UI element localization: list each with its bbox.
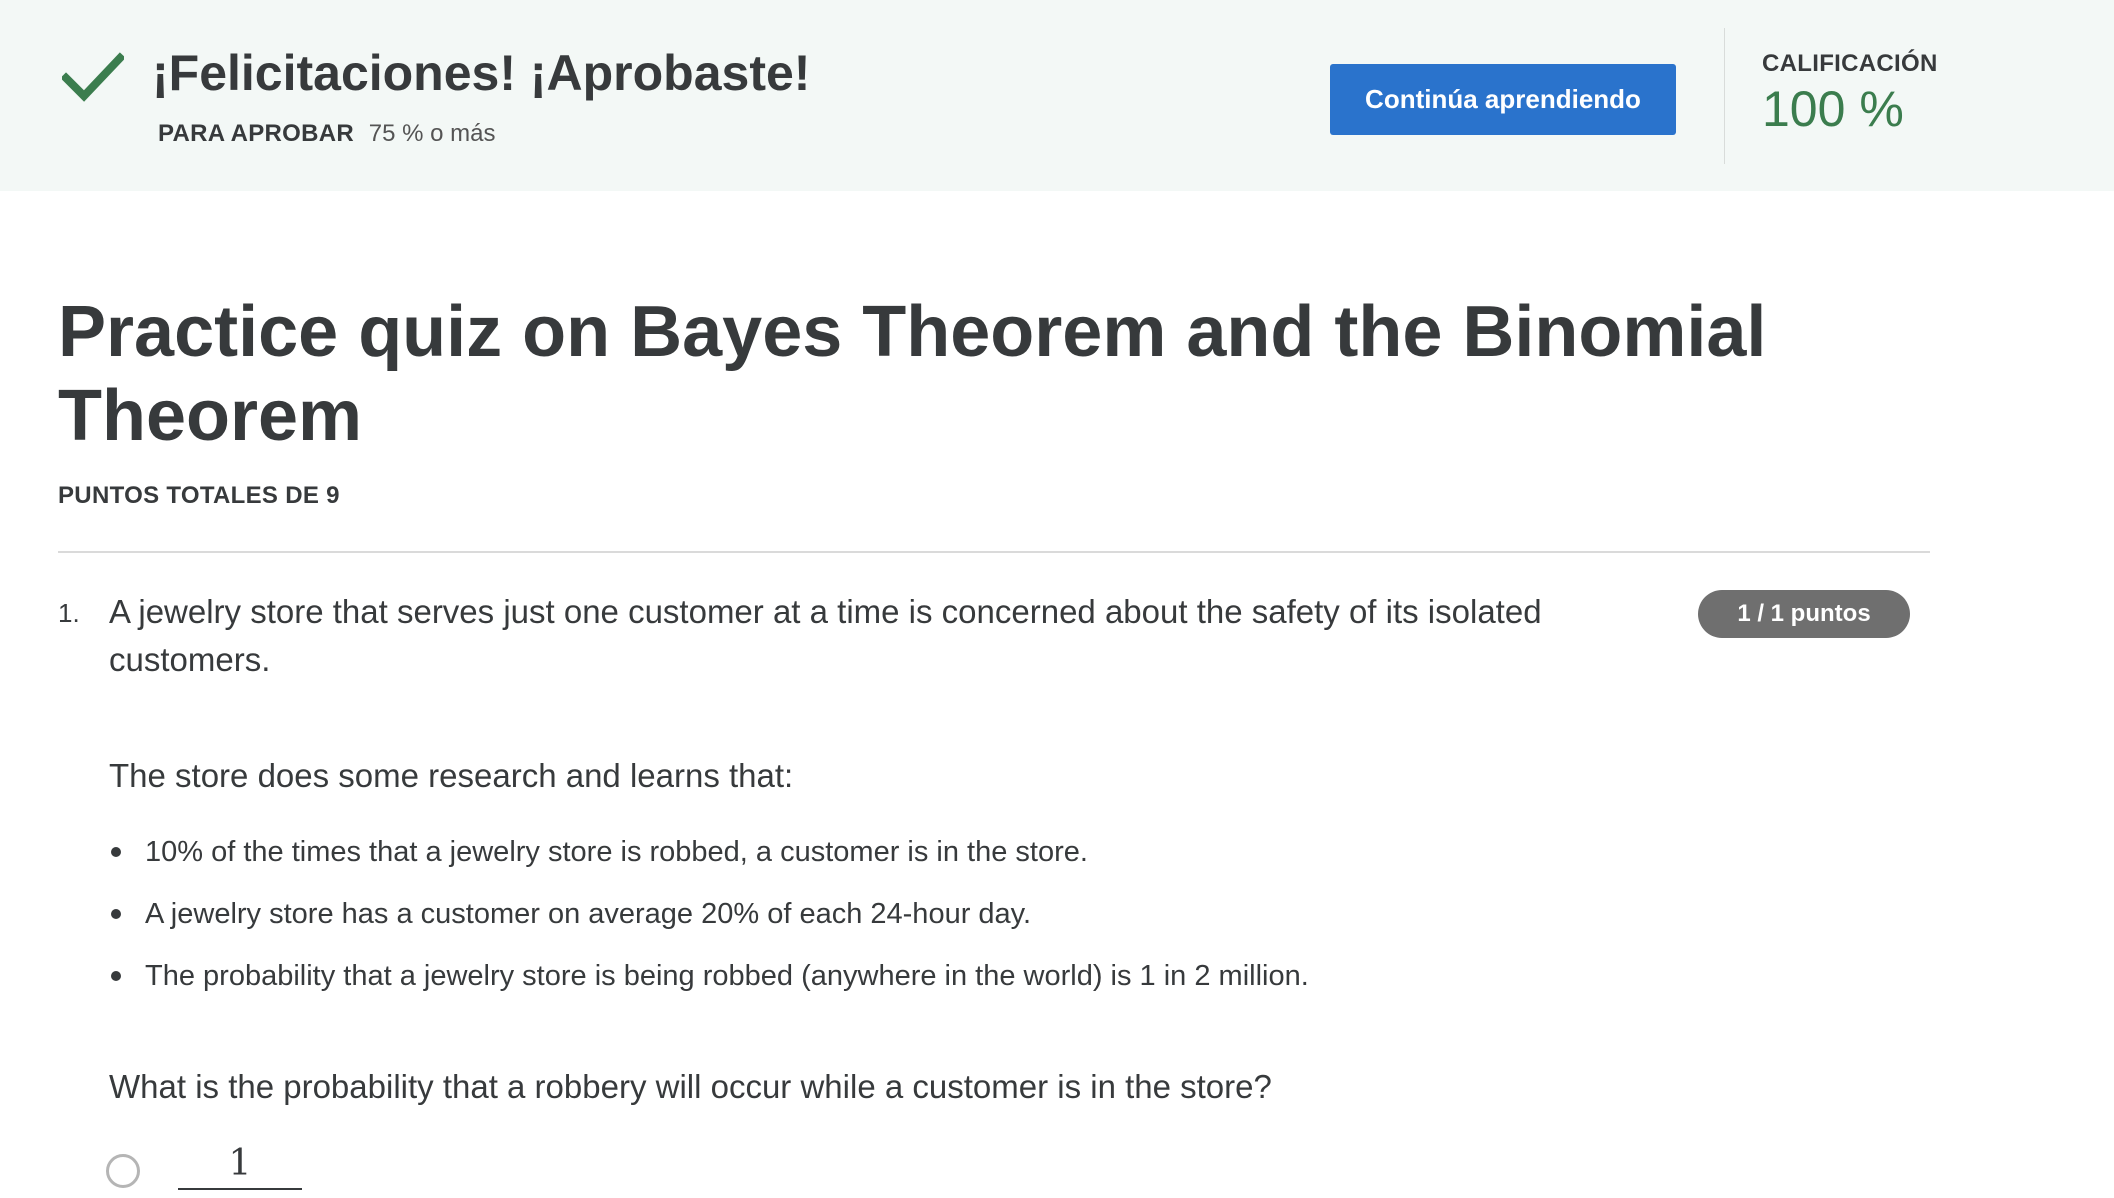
pass-threshold: PARA APROBAR 75 % o más [158,120,495,148]
facts-list: 10% of the times that a jewelry store is… [109,828,1309,1014]
fraction-numerator: 1 [228,1143,252,1184]
check-icon [62,52,124,102]
list-item-text: A jewelry store has a customer on averag… [145,898,1032,930]
banner-divider [1724,28,1725,164]
pass-label: PARA APROBAR [158,120,355,147]
list-item-text: The probability that a jewelry store is … [145,960,1309,992]
question-text: A jewelry store that serves just one cus… [109,593,1542,678]
list-item: The probability that a jewelry store is … [109,952,1309,1014]
section-divider [58,551,1930,553]
grade-label: CALIFICACIÓN [1762,50,1938,77]
page-title: Practice quiz on Bayes Theorem and the B… [58,292,1767,456]
grade-value: 100 % [1762,81,1904,137]
list-item: A jewelry store has a customer on averag… [109,890,1309,952]
bullet-icon [111,971,121,981]
pass-value: 75 % o más [368,120,496,147]
continue-learning-button[interactable]: Continúa aprendiendo [1330,64,1676,135]
bullet-icon [111,909,121,919]
result-banner: ¡Felicitaciones! ¡Aprobaste! PARA APROBA… [0,0,2114,191]
question-prompt: What is the probability that a robbery w… [109,1068,1272,1105]
fraction-bar [178,1188,302,1190]
pass-message: ¡Felicitaciones! ¡Aprobaste! [152,45,811,101]
list-item: 10% of the times that a jewelry store is… [109,828,1309,890]
question-intro: The store does some research and learns … [109,757,794,794]
points-badge: 1 / 1 puntos [1698,590,1910,638]
answer-radio[interactable] [106,1154,140,1188]
list-item-text: 10% of the times that a jewelry store is… [145,836,1088,868]
total-points: PUNTOS TOTALES DE 9 [58,482,340,509]
bullet-icon [111,847,121,857]
answer-option-fraction: 1 [178,1144,302,1190]
question-number: 1. [58,598,80,628]
